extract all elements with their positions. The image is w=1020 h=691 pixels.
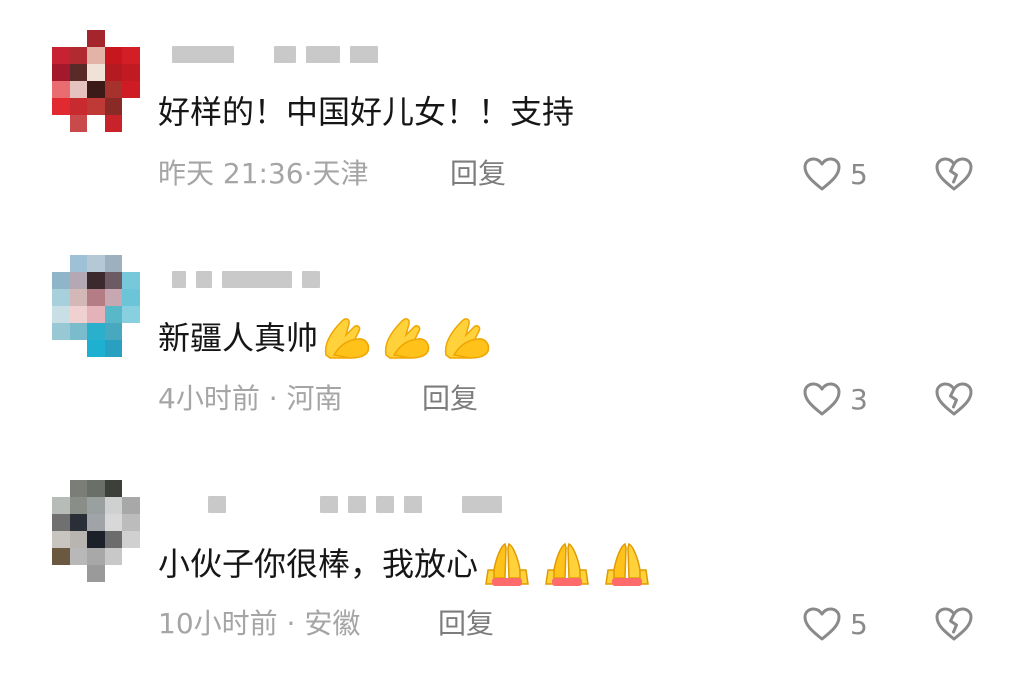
heart-outline-icon	[803, 382, 841, 416]
praying-hands-icon	[545, 542, 589, 586]
emoji-group	[320, 315, 494, 361]
comment-item: 好样的！中国好儿女！！支持 昨天 21:36·天津 回复 5	[0, 0, 1020, 225]
comment-text: 小伙子你很棒，我放心	[158, 540, 654, 588]
broken-heart-icon	[935, 382, 973, 416]
dislike-button[interactable]	[933, 377, 975, 421]
avatar[interactable]	[52, 480, 140, 582]
comment-text: 好样的！中国好儿女！！支持	[158, 90, 574, 134]
meta-separator: ·	[277, 607, 305, 640]
broken-heart-icon	[935, 607, 973, 641]
comment-meta: 4小时前 · 河南	[158, 377, 343, 421]
praying-hands-icon	[384, 318, 430, 359]
like-count: 5	[850, 157, 868, 191]
comment-time: 昨天 21:36	[158, 157, 304, 190]
dislike-button[interactable]	[933, 152, 975, 196]
comment-location: 天津	[312, 157, 369, 190]
like-count: 5	[850, 607, 868, 641]
like-button[interactable]: 5	[802, 152, 868, 196]
broken-heart-icon	[935, 157, 973, 191]
like-count: 3	[850, 382, 868, 416]
username-redacted[interactable]	[172, 42, 378, 66]
comment-meta: 10小时前 · 安徽	[158, 602, 360, 646]
comment-item: 新疆人真帅 4小时前 · 河南 回复 3	[0, 225, 1020, 450]
avatar[interactable]	[52, 255, 140, 357]
comment-text: 新疆人真帅	[158, 315, 494, 361]
reply-button[interactable]: 回复	[438, 602, 494, 646]
like-button[interactable]: 3	[802, 377, 868, 421]
emoji-group	[480, 540, 654, 588]
comment-item: 小伙子你很棒，我放心 10小时前 · 安徽 回复 5	[0, 450, 1020, 675]
dislike-button[interactable]	[933, 602, 975, 646]
comment-time: 10小时前	[158, 607, 278, 640]
comment-text-content: 新疆人真帅	[158, 319, 319, 357]
comment-location: 安徽	[304, 607, 361, 640]
reply-button[interactable]: 回复	[422, 377, 478, 421]
username-redacted[interactable]	[172, 267, 320, 291]
meta-separator: ·	[259, 382, 287, 415]
praying-hands-icon	[324, 318, 370, 359]
reply-button[interactable]: 回复	[450, 152, 506, 196]
praying-hands-icon	[485, 542, 529, 586]
praying-hands-icon	[605, 542, 649, 586]
like-button[interactable]: 5	[802, 602, 868, 646]
heart-outline-icon	[803, 607, 841, 641]
heart-outline-icon	[803, 157, 841, 191]
comment-time: 4小时前	[158, 382, 260, 415]
meta-separator: ·	[303, 157, 313, 190]
username-redacted[interactable]	[172, 492, 502, 516]
avatar[interactable]	[52, 30, 140, 132]
comment-text-content: 好样的！中国好儿女！！支持	[158, 93, 575, 131]
comment-meta: 昨天 21:36·天津	[158, 152, 369, 196]
comment-location: 河南	[286, 382, 343, 415]
praying-hands-icon	[444, 318, 490, 359]
comment-text-content: 小伙子你很棒，我放心	[158, 545, 479, 583]
